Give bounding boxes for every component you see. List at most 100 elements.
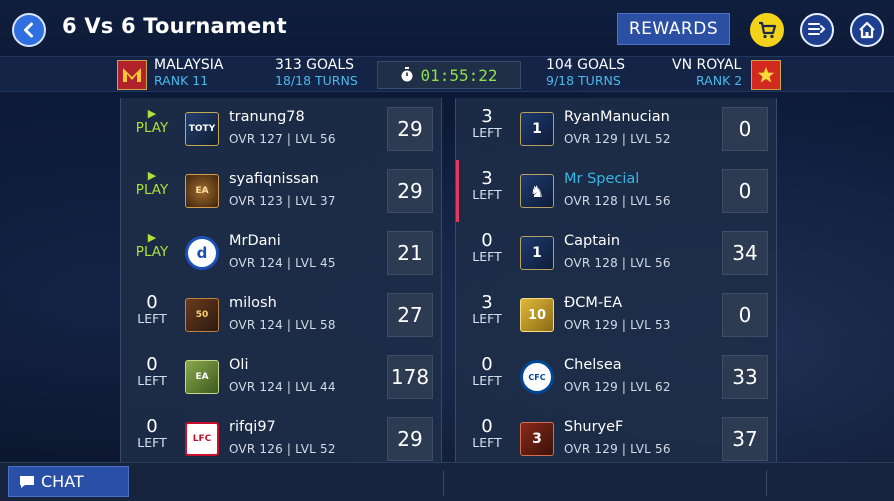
player-goals: 33 bbox=[722, 355, 768, 399]
back-arrow-icon bbox=[24, 22, 33, 38]
home-icon bbox=[859, 21, 875, 39]
player-stats: OVR 123 | LVL 37 bbox=[229, 194, 336, 208]
play-status[interactable]: ▶ PLAY bbox=[127, 231, 177, 261]
play-status[interactable]: ▶ PLAY bbox=[127, 107, 177, 137]
play-arrow-icon: ▶ bbox=[147, 169, 157, 182]
player-stats: OVR 129 | LVL 62 bbox=[564, 380, 671, 394]
player-goals: 29 bbox=[387, 107, 433, 151]
player-name: rifqi97 bbox=[229, 419, 276, 435]
chelsea-crest-icon: CFC bbox=[520, 360, 554, 394]
player-stats: OVR 129 | LVL 56 bbox=[564, 442, 671, 456]
player-goals: 0 bbox=[722, 293, 768, 337]
player-row[interactable]: 0 LEFT LFC rifqi97 OVR 126 | LVL 52 29 bbox=[121, 408, 443, 470]
dinamo-crest-icon: d bbox=[185, 236, 219, 270]
left-status: 3 LEFT bbox=[472, 168, 502, 202]
rank-3-badge-icon: 3 bbox=[520, 422, 554, 456]
player-stats: OVR 128 | LVL 56 bbox=[564, 256, 671, 270]
player-goals: 0 bbox=[722, 107, 768, 151]
team-crest-icon bbox=[123, 68, 141, 82]
gold-10-badge-icon: 10 bbox=[520, 298, 554, 332]
player-goals: 27 bbox=[387, 293, 433, 337]
ea-green-badge-icon: EA bbox=[185, 360, 219, 394]
player-stats: OVR 124 | LVL 45 bbox=[229, 256, 336, 270]
back-button[interactable] bbox=[12, 13, 46, 47]
player-name: milosh bbox=[229, 295, 277, 311]
left-status: 0 LEFT bbox=[472, 416, 502, 450]
chat-label: CHAT bbox=[41, 472, 84, 491]
divider bbox=[443, 470, 444, 496]
right-team-goals: 104 GOALS bbox=[546, 57, 626, 73]
player-row: 0 LEFT 3 ShuryeF OVR 129 | LVL 56 37 bbox=[456, 408, 778, 470]
right-team-turns: 9/18 TURNS bbox=[546, 73, 621, 88]
play-arrow-icon: ▶ bbox=[147, 107, 157, 120]
right-team-rank: RANK 2 bbox=[696, 73, 743, 88]
player-row[interactable]: ▶ PLAY EA syafiqnissan OVR 123 | LVL 37 … bbox=[121, 160, 443, 222]
page-title: 6 Vs 6 Tournament bbox=[62, 14, 287, 38]
score-bar: MALAYSIA RANK 11 313 GOALS 18/18 TURNS 0… bbox=[0, 56, 894, 92]
player-row[interactable]: ▶ PLAY d MrDani OVR 124 | LVL 45 21 bbox=[121, 222, 443, 284]
cart-icon bbox=[759, 21, 777, 39]
player-name: syafiqnissan bbox=[229, 171, 319, 187]
bottom-bar bbox=[0, 462, 894, 501]
player-row: 3 LEFT 1 RyanManucian OVR 129 | LVL 52 0 bbox=[456, 98, 778, 160]
left-status: 0 LEFT bbox=[137, 416, 167, 450]
knight-badge-icon: ♞ bbox=[520, 174, 554, 208]
player-name: Captain bbox=[564, 233, 621, 249]
player-stats: OVR 124 | LVL 58 bbox=[229, 318, 336, 332]
left-team-goals: 313 GOALS bbox=[275, 57, 355, 73]
left-status: 3 LEFT bbox=[472, 106, 502, 140]
left-team-turns: 18/18 TURNS bbox=[275, 73, 358, 88]
player-goals: 29 bbox=[387, 169, 433, 213]
player-row: 0 LEFT CFC Chelsea OVR 129 | LVL 62 33 bbox=[456, 346, 778, 408]
vn-royal-team-flag bbox=[751, 60, 781, 90]
player-stats: OVR 124 | LVL 44 bbox=[229, 380, 336, 394]
rank-1-badge-icon: 1 bbox=[520, 236, 554, 270]
player-name: Oli bbox=[229, 357, 249, 373]
left-team-name: MALAYSIA bbox=[154, 57, 224, 73]
left-status: 0 LEFT bbox=[137, 292, 167, 326]
left-status: 0 LEFT bbox=[137, 354, 167, 388]
player-stats: OVR 126 | LVL 52 bbox=[229, 442, 336, 456]
timer-value: 01:55:22 bbox=[420, 65, 498, 85]
chat-bubble-icon bbox=[20, 475, 34, 488]
player-row[interactable]: ▶ PLAY TOTY tranung78 OVR 127 | LVL 56 2… bbox=[121, 98, 443, 160]
left-status: 0 LEFT bbox=[472, 230, 502, 264]
malaysia-team-flag bbox=[117, 60, 147, 90]
player-row[interactable]: 0 LEFT 50 milosh OVR 124 | LVL 58 27 bbox=[121, 284, 443, 346]
player-goals: 37 bbox=[722, 417, 768, 461]
player-goals: 29 bbox=[387, 417, 433, 461]
player-stats: OVR 129 | LVL 53 bbox=[564, 318, 671, 332]
left-status: 3 LEFT bbox=[472, 292, 502, 326]
timer: 01:55:22 bbox=[377, 61, 521, 89]
player-row: 3 LEFT 10 ĐCM-EA OVR 129 | LVL 53 0 bbox=[456, 284, 778, 346]
stopwatch-icon bbox=[401, 67, 413, 82]
shop-button[interactable] bbox=[750, 13, 784, 47]
level-50-badge-icon: 50 bbox=[185, 298, 219, 332]
play-status[interactable]: ▶ PLAY bbox=[127, 169, 177, 199]
menu-button[interactable] bbox=[800, 13, 834, 47]
right-team-roster: 3 LEFT 1 RyanManucian OVR 129 | LVL 52 0… bbox=[455, 98, 777, 463]
player-goals: 34 bbox=[722, 231, 768, 275]
player-name: RyanManucian bbox=[564, 109, 670, 125]
rewards-button[interactable]: REWARDS bbox=[617, 13, 730, 45]
player-goals: 0 bbox=[722, 169, 768, 213]
player-stats: OVR 128 | LVL 56 bbox=[564, 194, 671, 208]
star-icon bbox=[757, 67, 775, 83]
player-name: tranung78 bbox=[229, 109, 305, 125]
menu-list-icon bbox=[808, 23, 826, 35]
player-name: Mr Special bbox=[564, 171, 640, 187]
player-name: ShuryeF bbox=[564, 419, 624, 435]
player-name: ĐCM-EA bbox=[564, 295, 623, 311]
chat-button[interactable]: CHAT bbox=[8, 466, 129, 497]
liverpool-crest-icon: LFC bbox=[185, 422, 219, 456]
home-button[interactable] bbox=[850, 13, 884, 47]
play-arrow-icon: ▶ bbox=[147, 231, 157, 244]
divider bbox=[766, 470, 767, 496]
player-row[interactable]: 0 LEFT EA Oli OVR 124 | LVL 44 178 bbox=[121, 346, 443, 408]
right-team-name: VN ROYAL bbox=[672, 57, 742, 73]
rank-1-badge-icon: 1 bbox=[520, 112, 554, 146]
toty-badge-icon: TOTY bbox=[185, 112, 219, 146]
left-team-rank: RANK 11 bbox=[154, 73, 209, 88]
left-team-roster: ▶ PLAY TOTY tranung78 OVR 127 | LVL 56 2… bbox=[120, 98, 442, 463]
player-row: 0 LEFT 1 Captain OVR 128 | LVL 56 34 bbox=[456, 222, 778, 284]
